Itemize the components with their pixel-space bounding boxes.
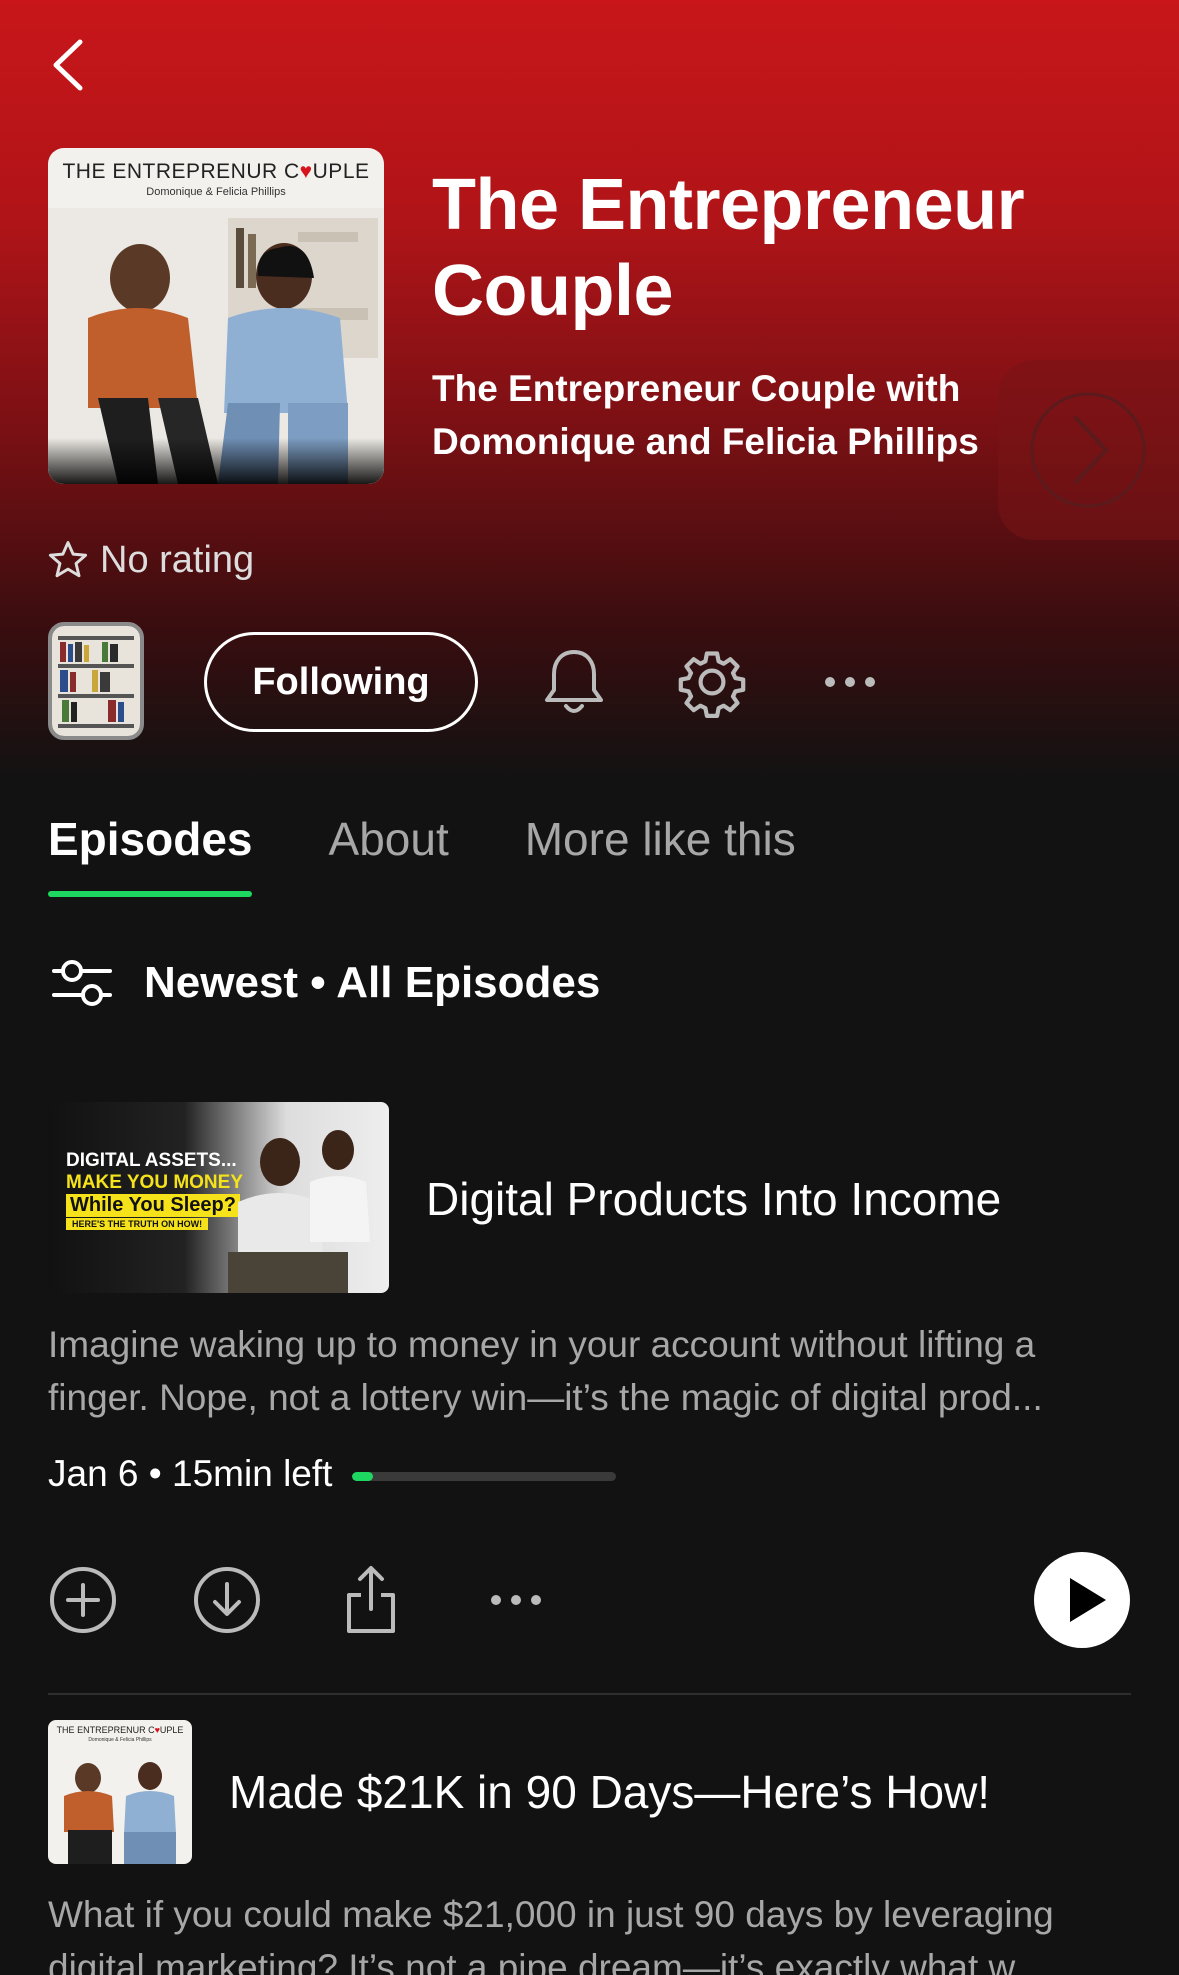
episode-1-progress	[352, 1472, 616, 1481]
episode-1-title[interactable]: Digital Products Into Income	[426, 1172, 1001, 1226]
download-button[interactable]	[192, 1565, 262, 1635]
share-icon	[347, 1566, 395, 1633]
chevron-left-icon	[53, 39, 83, 91]
creator-next-button[interactable]	[998, 360, 1179, 540]
show-author-link[interactable]: The Entrepreneur Couple with Domonique a…	[432, 362, 1012, 468]
notifications-button[interactable]	[536, 644, 612, 720]
more-horizontal-icon	[825, 677, 875, 687]
settings-button[interactable]	[674, 644, 750, 720]
tab-more-like-this[interactable]: More like this	[525, 812, 796, 896]
share-button[interactable]	[336, 1562, 406, 1636]
episode-2-title[interactable]: Made $21K in 90 Days—Here’s How!	[229, 1765, 990, 1819]
episode-2-photo	[64, 1762, 176, 1864]
star-icon	[48, 541, 88, 578]
bell-icon	[545, 650, 603, 713]
tab-bar: Episodes About More like this	[48, 812, 872, 896]
episode-1-progress-fill	[352, 1472, 374, 1481]
add-to-playlist-button[interactable]	[48, 1565, 118, 1635]
gear-icon	[678, 651, 746, 718]
episode-2-description: What if you could make $21,000 in just 9…	[48, 1894, 1054, 1975]
active-tab-indicator	[48, 891, 252, 897]
episode-more-button[interactable]	[480, 1584, 552, 1616]
chevron-right-circle-icon	[1030, 392, 1146, 508]
filter-sliders-icon	[52, 960, 112, 1006]
creator-avatar[interactable]	[48, 622, 144, 740]
more-horizontal-icon	[491, 1595, 541, 1605]
plus-circle-icon	[50, 1567, 116, 1633]
more-options-button[interactable]	[812, 652, 888, 712]
episode-filter[interactable]: Newest • All Episodes	[50, 955, 600, 1011]
show-title: The Entrepreneur Couple	[432, 165, 1025, 331]
play-button[interactable]	[1034, 1552, 1130, 1648]
back-button[interactable]	[40, 30, 100, 100]
episode-1-description: Imagine waking up to money in your accou…	[48, 1324, 1043, 1418]
podcast-show-page: THE ENTREPRENUR C♥UPLE Domonique & Felic…	[0, 0, 1179, 1975]
rating-text: No rating	[100, 538, 255, 581]
episode-1-photo	[228, 1130, 370, 1293]
episode-1-thumbnail[interactable]: DIGITAL ASSETS... MAKE YOU MONEY While Y…	[48, 1102, 389, 1293]
episode-1-meta: Jan 6 • 15min left	[48, 1453, 333, 1494]
rating-row[interactable]: No rating	[46, 536, 254, 584]
download-icon	[194, 1567, 260, 1633]
bookshelf-image	[52, 626, 140, 736]
cover-photo	[48, 208, 384, 484]
tab-episodes[interactable]: Episodes	[48, 812, 253, 896]
podcast-cover-art: THE ENTREPRENUR C♥UPLE Domonique & Felic…	[48, 148, 384, 484]
episode-2-thumbnail[interactable]: THE ENTREPRENUR C♥UPLE Domonique & Felic…	[48, 1720, 192, 1864]
filter-label: Newest • All Episodes	[144, 958, 601, 1007]
following-button[interactable]: Following	[204, 632, 478, 732]
episode-divider	[48, 1693, 1131, 1695]
tab-about[interactable]: About	[329, 812, 449, 896]
play-icon	[1070, 1578, 1106, 1622]
